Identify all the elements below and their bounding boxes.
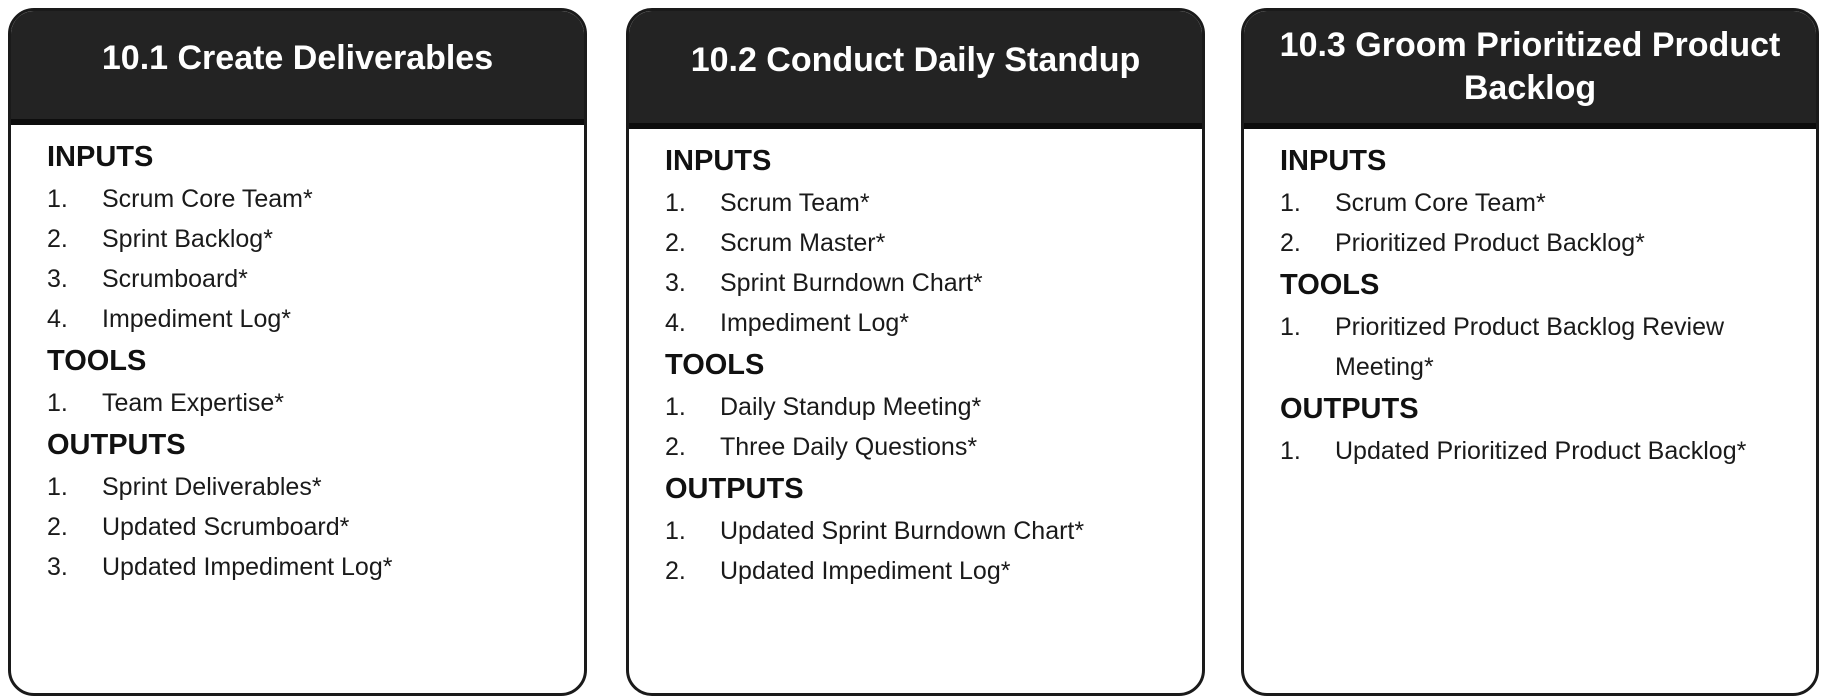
item-text: Team Expertise* — [102, 389, 285, 417]
item-text: Sprint Backlog* — [102, 225, 273, 253]
item-number: 3. — [47, 553, 68, 581]
list-item: 1. Scrum Core Team* — [47, 179, 584, 219]
item-number: 2. — [47, 513, 68, 541]
item-number: 1. — [665, 393, 686, 421]
card-body: INPUTS 1. Scrum Team* 2. Scrum Master* 3. S… — [629, 129, 1202, 591]
outputs-heading: OUTPUTS — [47, 429, 186, 461]
item-text: Updated Impediment Log* — [102, 553, 393, 581]
item-text: Three Daily Questions* — [720, 433, 978, 461]
tools-heading: TOOLS — [665, 349, 765, 381]
list-item: 1. Scrum Team* — [665, 183, 1202, 223]
item-number: 4. — [47, 305, 68, 333]
item-text: Scrumboard* — [102, 265, 248, 293]
list-item: 3. Scrumboard* — [47, 259, 584, 299]
item-number: 1. — [1280, 313, 1301, 341]
item-text: Updated Impediment Log* — [720, 557, 1011, 585]
item-number: 1. — [665, 517, 686, 545]
process-card-groom-prioritized-product-backlog: 10.3 Groom Prioritized Product Backlog I… — [1241, 8, 1819, 696]
process-card-create-deliverables: 10.1 Create Deliverables INPUTS 1. Scrum … — [8, 8, 587, 696]
list-item: 2. Updated Impediment Log* — [665, 551, 1202, 591]
list-item: 1. Updated Sprint Burndown Chart* — [665, 511, 1202, 551]
outputs-heading: OUTPUTS — [1280, 393, 1419, 425]
item-text: Prioritized Product Backlog* — [1335, 229, 1645, 257]
item-number: 1. — [47, 389, 68, 417]
item-number: 1. — [1280, 437, 1301, 465]
list-item: 2. Scrum Master* — [665, 223, 1202, 263]
list-item: 2. Sprint Backlog* — [47, 219, 584, 259]
tools-heading: TOOLS — [1280, 269, 1380, 301]
outputs-heading: OUTPUTS — [665, 473, 804, 505]
card-body: INPUTS 1. Scrum Core Team* 2. Sprint Backl… — [11, 125, 584, 587]
tools-list: 1. Team Expertise* — [47, 383, 584, 423]
item-number: 2. — [665, 229, 686, 257]
item-number: 3. — [665, 269, 686, 297]
item-number: 2. — [47, 225, 68, 253]
inputs-heading: INPUTS — [47, 141, 154, 173]
outputs-list: 1. Updated Sprint Burndown Chart* 2. Updat… — [665, 511, 1202, 591]
list-item: 3. Updated Impediment Log* — [47, 547, 584, 587]
item-text: Updated Prioritized Product Backlog* — [1335, 437, 1747, 465]
list-item: 2. Three Daily Questions* — [665, 427, 1202, 467]
list-item: 4. Impediment Log* — [47, 299, 584, 339]
card-header: 10.2 Conduct Daily Standup — [629, 11, 1202, 129]
item-text: Scrum Core Team* — [1335, 189, 1546, 217]
list-item: 1. Sprint Deliverables* — [47, 467, 584, 507]
card-title: 10.2 Conduct Daily Standup — [690, 41, 1141, 79]
inputs-list: 1. Scrum Core Team* 2. Prioritized Product… — [1280, 183, 1816, 263]
card-header: 10.3 Groom Prioritized Product Backlog — [1244, 11, 1816, 129]
list-item: 1. Daily Standup Meeting* — [665, 387, 1202, 427]
item-text: Daily Standup Meeting* — [720, 393, 982, 421]
list-item: 1. Team Expertise* — [47, 383, 584, 423]
item-text: Impediment Log* — [720, 309, 910, 337]
item-number: 2. — [1280, 229, 1301, 257]
item-text: Updated Sprint Burndown Chart* — [720, 517, 1085, 545]
outputs-list: 1. Sprint Deliverables* 2. Updated Scrumbo… — [47, 467, 584, 587]
inputs-heading: INPUTS — [665, 145, 772, 177]
item-number: 1. — [47, 185, 68, 213]
item-number: 2. — [665, 557, 686, 585]
item-number: 3. — [47, 265, 68, 293]
item-number: 1. — [47, 473, 68, 501]
list-item: 1. Updated Prioritized Product Backlog* — [1280, 431, 1816, 471]
list-item: 1. Prioritized Product Backlog Review Mee… — [1280, 307, 1816, 387]
item-text: Impediment Log* — [102, 305, 292, 333]
list-item: 2. Prioritized Product Backlog* — [1280, 223, 1816, 263]
item-text: Scrum Core Team* — [102, 185, 313, 213]
tools-heading: TOOLS — [47, 345, 147, 377]
inputs-heading: INPUTS — [1280, 145, 1387, 177]
card-body: INPUTS 1. Scrum Core Team* 2. Prioritized … — [1244, 129, 1816, 471]
item-text: Sprint Burndown Chart* — [720, 269, 983, 297]
outputs-list: 1. Updated Prioritized Product Backlog* — [1280, 431, 1816, 471]
inputs-list: 1. Scrum Team* 2. Scrum Master* 3. Sprint B… — [665, 183, 1202, 343]
item-text: Scrum Team* — [720, 189, 870, 217]
card-title: 10.1 Create Deliverables — [101, 39, 494, 77]
card-title: 10.3 Groom Prioritized Product Backlog — [1279, 26, 1781, 107]
list-item: 4. Impediment Log* — [665, 303, 1202, 343]
item-text: Prioritized Product Backlog Review Meeti… — [1335, 313, 1725, 381]
list-item: 3. Sprint Burndown Chart* — [665, 263, 1202, 303]
process-card-conduct-daily-standup: 10.2 Conduct Daily Standup INPUTS 1. Scru… — [626, 8, 1205, 696]
list-item: 2. Updated Scrumboard* — [47, 507, 584, 547]
item-number: 1. — [1280, 189, 1301, 217]
inputs-list: 1. Scrum Core Team* 2. Sprint Backlog* 3. S… — [47, 179, 584, 339]
item-text: Scrum Master* — [720, 229, 886, 257]
tools-list: 1. Daily Standup Meeting* 2. Three Daily Q… — [665, 387, 1202, 467]
card-header: 10.1 Create Deliverables — [11, 11, 584, 125]
item-number: 2. — [665, 433, 686, 461]
item-number: 1. — [665, 189, 686, 217]
item-text: Updated Scrumboard* — [102, 513, 350, 541]
tools-list: 1. Prioritized Product Backlog Review Mee… — [1280, 307, 1816, 387]
list-item: 1. Scrum Core Team* — [1280, 183, 1816, 223]
item-text: Sprint Deliverables* — [102, 473, 322, 501]
item-number: 4. — [665, 309, 686, 337]
